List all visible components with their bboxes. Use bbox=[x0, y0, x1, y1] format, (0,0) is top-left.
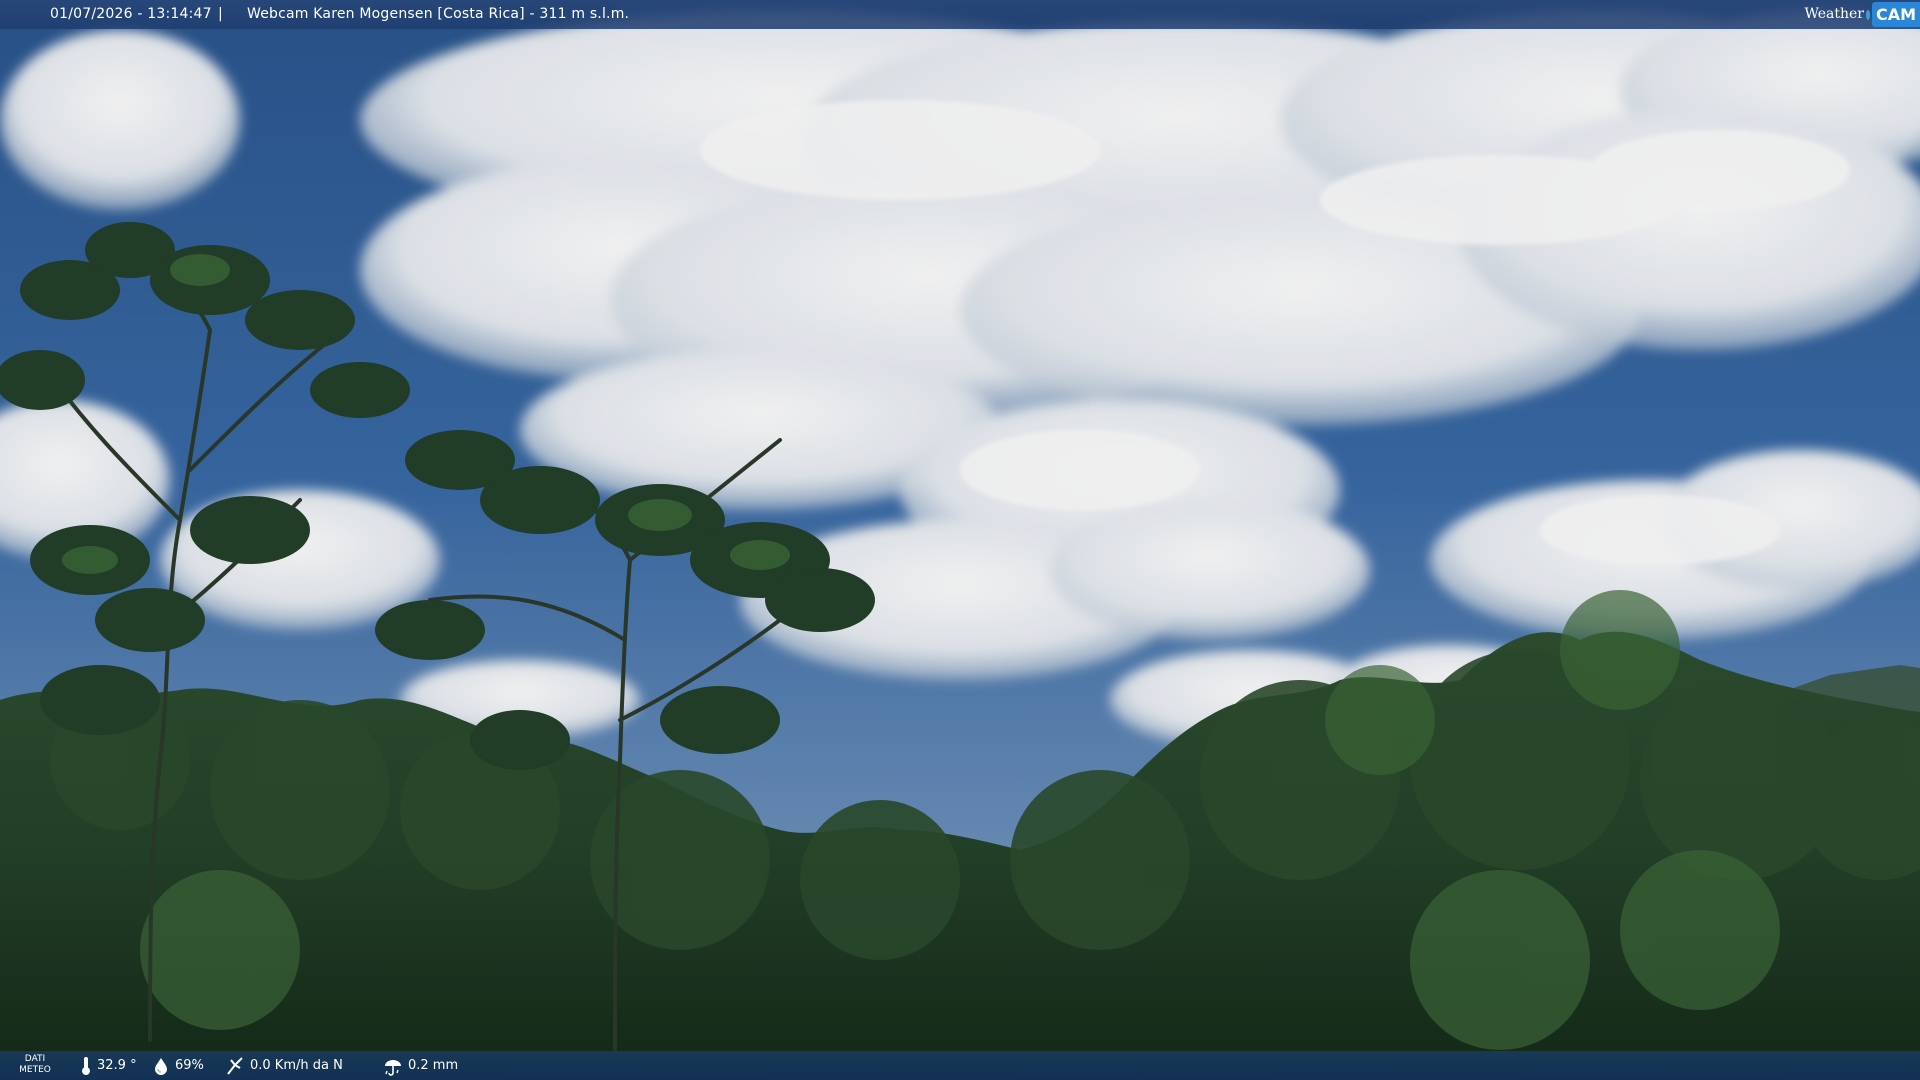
humidity-drop-icon bbox=[155, 1057, 167, 1075]
wind-reading: 0.0 Km/h da N bbox=[225, 1051, 343, 1080]
weather-data-label: DATI METEO bbox=[18, 1054, 52, 1076]
rain-reading: 0.2 mm bbox=[383, 1051, 458, 1080]
thermometer-icon bbox=[82, 1056, 90, 1075]
webcam-caption: Webcam Karen Mogensen [Costa Rica] - 311… bbox=[247, 6, 630, 22]
wind-icon bbox=[227, 1056, 243, 1075]
logo-dot-icon bbox=[1865, 9, 1870, 20]
webcam-frame: 01/07/2026 - 13:14:47 | Webcam Karen Mog… bbox=[0, 0, 1920, 1080]
header-bar: 01/07/2026 - 13:14:47 | Webcam Karen Mog… bbox=[0, 0, 1920, 29]
weathercam-logo: Weather CAM bbox=[1804, 0, 1920, 29]
wind-value: 0.0 Km/h da N bbox=[250, 1058, 343, 1073]
logo-cam: CAM bbox=[1871, 2, 1920, 27]
timestamp: 01/07/2026 - 13:14:47 bbox=[50, 6, 212, 22]
weather-data-bar: DATI METEO 32.9 ° 69% 0.0 Km/h da N 0.2 … bbox=[0, 1051, 1920, 1080]
weather-data-label-line1: DATI bbox=[24, 1054, 46, 1064]
logo-word: Weather bbox=[1804, 6, 1864, 22]
temperature-reading: 32.9 ° bbox=[80, 1051, 137, 1080]
webcam-scene-image bbox=[0, 0, 1920, 1080]
rain-icon bbox=[385, 1059, 401, 1076]
header-separator: | bbox=[218, 6, 223, 22]
rain-value: 0.2 mm bbox=[408, 1058, 459, 1073]
humidity-value: 69% bbox=[175, 1058, 204, 1073]
humidity-reading: 69% bbox=[152, 1051, 204, 1080]
weather-data-label-line2: METEO bbox=[19, 1065, 51, 1075]
temperature-value: 32.9 ° bbox=[97, 1058, 137, 1073]
